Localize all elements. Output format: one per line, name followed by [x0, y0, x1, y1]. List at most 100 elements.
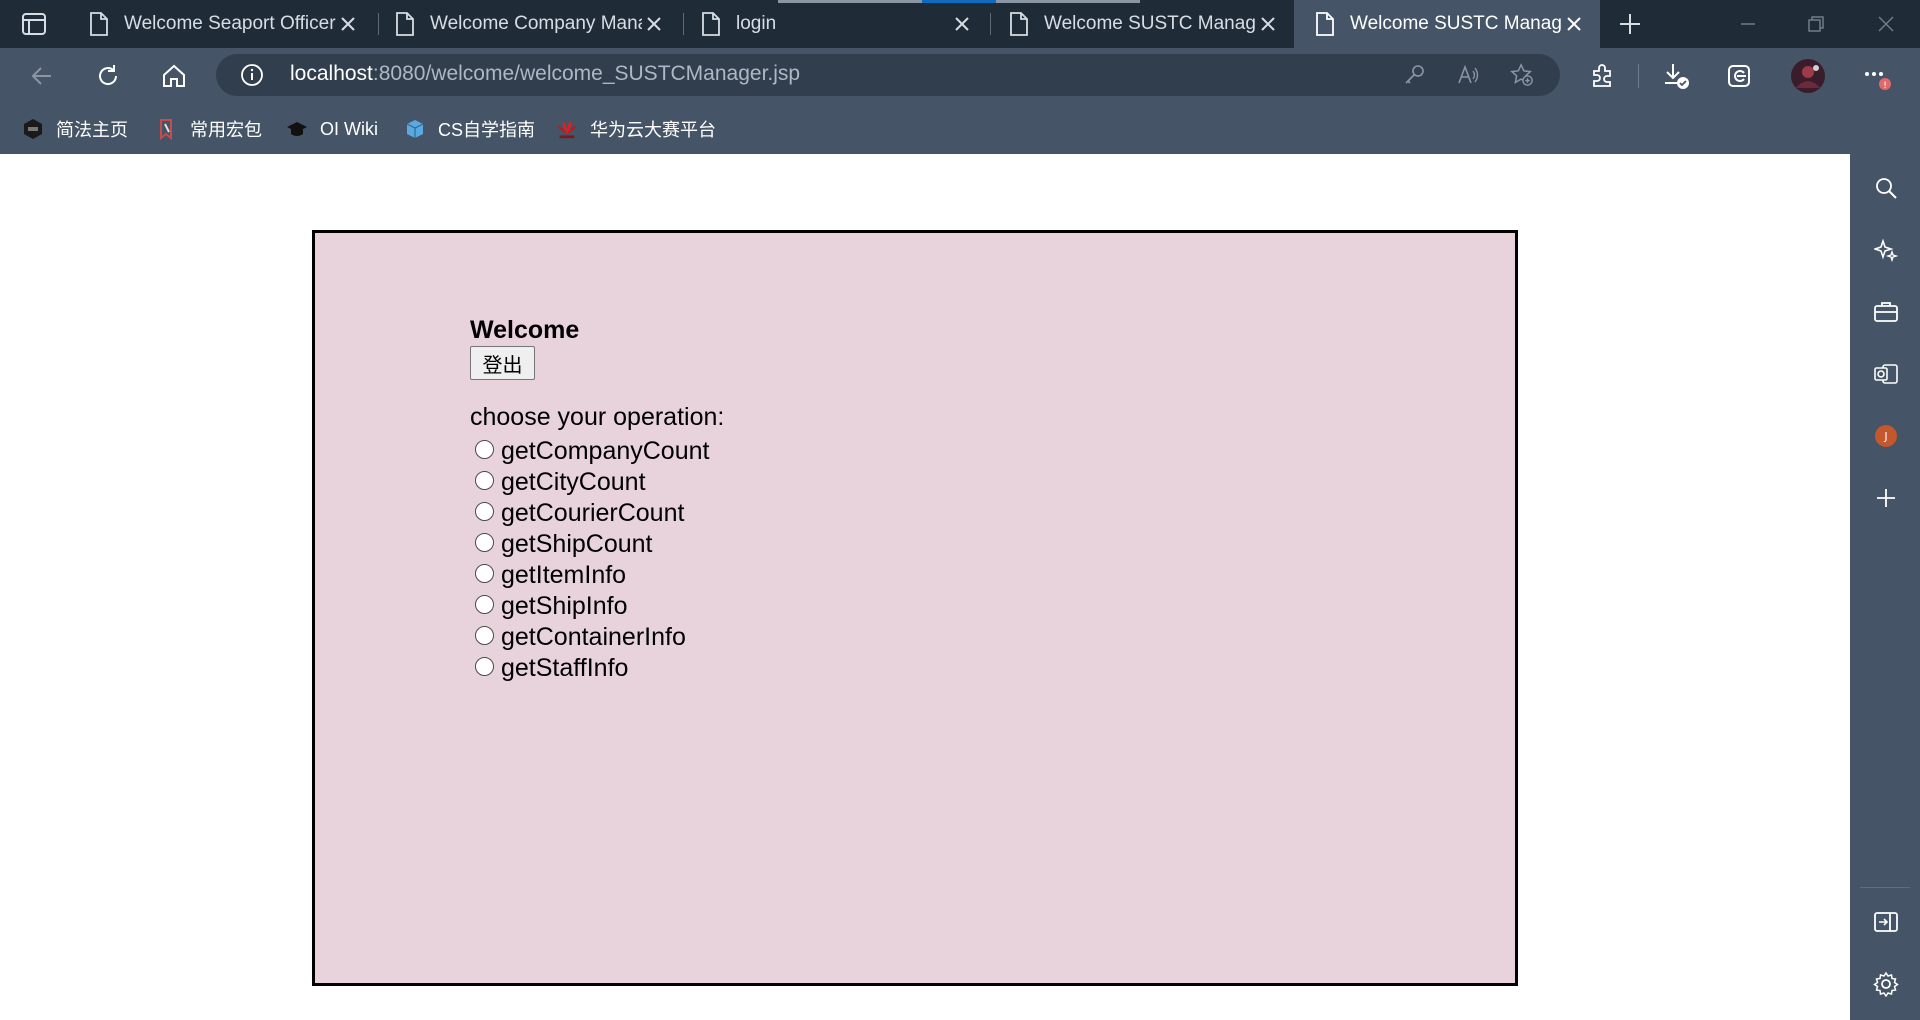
option-label: getShipCount [501, 530, 653, 558]
favorite-macros[interactable]: 常用宏包 [156, 114, 262, 144]
tab-title: Welcome Company Manager [430, 13, 642, 34]
option-label: getShipInfo [501, 592, 628, 620]
minimize-icon[interactable] [1732, 8, 1764, 40]
read-aloud-icon[interactable] [1456, 63, 1480, 87]
bookmark-red-icon [156, 118, 178, 140]
radio-button[interactable] [475, 533, 494, 552]
close-icon[interactable] [336, 12, 360, 36]
welcome-panel: Welcome 登出 choose your operation: getCom… [312, 230, 1518, 986]
copilot-sparkle-icon[interactable] [1872, 236, 1900, 264]
profile-badge-icon[interactable]: J [1872, 422, 1900, 450]
tab-loading-indicator-accent [922, 0, 996, 3]
close-icon[interactable] [1562, 12, 1586, 36]
tab-bar: Welcome Seaport Officer Welcome Company … [0, 0, 1920, 48]
option-label: getItemInfo [501, 561, 627, 589]
add-favorite-icon[interactable] [1510, 63, 1534, 87]
option-get-courier-count[interactable]: getCourierCount [475, 498, 709, 529]
logout-button[interactable]: 登出 [470, 346, 535, 380]
favorite-label: 常用宏包 [190, 120, 262, 140]
welcome-heading: Welcome [470, 316, 580, 344]
svg-text:!: ! [1883, 81, 1887, 91]
option-label: getStaffInfo [501, 654, 629, 682]
page-viewport: Welcome 登出 choose your operation: getCom… [0, 154, 1850, 1020]
favorite-label: 华为云大赛平台 [590, 120, 716, 140]
address-bar[interactable]: localhost:8080/welcome/welcome_SUSTCMana… [216, 54, 1560, 96]
tab-welcome-sustc-manager-active[interactable]: Welcome SUSTC Manager [1294, 0, 1600, 48]
url-text[interactable]: localhost:8080/welcome/welcome_SUSTCMana… [290, 62, 800, 86]
refresh-icon[interactable] [92, 60, 124, 92]
more-menu-icon[interactable]: ! [1860, 60, 1892, 92]
option-label: getContainerInfo [501, 623, 686, 651]
outlook-icon[interactable] [1872, 360, 1900, 388]
page-icon [88, 11, 110, 37]
radio-button[interactable] [475, 595, 494, 614]
url-path: :8080/welcome/welcome_SUSTCManager.jsp [372, 62, 801, 85]
graduation-cap-icon [286, 118, 308, 140]
search-icon[interactable] [1872, 174, 1900, 202]
hide-sidebar-icon[interactable] [1872, 908, 1900, 936]
tools-briefcase-icon[interactable] [1872, 298, 1900, 326]
favorite-huawei-cloud[interactable]: 华为云大赛平台 [556, 114, 716, 144]
operation-prompt: choose your operation: [470, 403, 725, 431]
extensions-icon[interactable] [1586, 60, 1618, 92]
dark-circle-icon [22, 118, 44, 140]
toolbar-divider [1638, 64, 1639, 88]
option-get-container-info[interactable]: getContainerInfo [475, 622, 709, 653]
radio-button[interactable] [475, 564, 494, 583]
downloads-icon[interactable] [1660, 60, 1692, 92]
tab-welcome-company-manager[interactable]: Welcome Company Manager [374, 0, 680, 48]
favorite-label: CS自学指南 [438, 120, 536, 140]
option-get-city-count[interactable]: getCityCount [475, 467, 709, 498]
tab-welcome-seaport-officer[interactable]: Welcome Seaport Officer [68, 0, 374, 48]
back-icon[interactable] [26, 60, 58, 92]
option-get-ship-count[interactable]: getShipCount [475, 529, 709, 560]
favorite-jianfa[interactable]: 简法主页 [22, 114, 128, 144]
profile-avatar[interactable] [1790, 58, 1826, 94]
option-get-staff-info[interactable]: getStaffInfo [475, 653, 709, 684]
option-label: getCompanyCount [501, 437, 710, 465]
favorite-cs-guide[interactable]: CS自学指南 [404, 114, 535, 144]
window-close-icon[interactable] [1870, 8, 1902, 40]
tab-title: login [736, 13, 777, 34]
radio-button[interactable] [475, 502, 494, 521]
favorites-bar: 简法主页 常用宏包 OI Wiki CS自学指南 华为云大赛平台 [0, 104, 1920, 154]
close-icon[interactable] [642, 12, 666, 36]
page-icon [1008, 11, 1030, 37]
tab-title: Welcome SUSTC Manager [1350, 13, 1562, 34]
radio-button[interactable] [475, 657, 494, 676]
sidebar-divider [1860, 887, 1910, 888]
favorite-oi-wiki[interactable]: OI Wiki [286, 114, 378, 144]
profile-badge-letter: J [1884, 429, 1888, 443]
site-info-icon[interactable] [240, 63, 264, 87]
option-get-item-info[interactable]: getItemInfo [475, 560, 709, 591]
operation-options: getCompanyCount getCityCount getCourierC… [475, 436, 709, 684]
radio-button[interactable] [475, 440, 494, 459]
radio-button[interactable] [475, 471, 494, 490]
tab-login[interactable]: login [680, 0, 988, 48]
page-icon [394, 11, 416, 37]
add-icon[interactable] [1872, 484, 1900, 512]
restore-icon[interactable] [1800, 8, 1832, 40]
option-get-company-count[interactable]: getCompanyCount [475, 436, 709, 467]
tab-welcome-sustc-manager[interactable]: Welcome SUSTC Manager [988, 0, 1294, 48]
home-icon[interactable] [158, 60, 190, 92]
option-label: getCourierCount [501, 499, 685, 527]
browser-toolbar: localhost:8080/welcome/welcome_SUSTCMana… [0, 48, 1920, 104]
settings-gear-icon[interactable] [1872, 970, 1900, 998]
new-tab-icon[interactable] [1614, 8, 1646, 40]
tab-actions-icon[interactable] [20, 12, 48, 36]
favorite-label: OI Wiki [320, 118, 378, 139]
tab-title: Welcome Seaport Officer [124, 13, 336, 34]
tab-loading-indicator [778, 0, 922, 3]
radio-button[interactable] [475, 626, 494, 645]
page-icon [1314, 11, 1336, 37]
huawei-icon [556, 118, 578, 140]
close-icon[interactable] [950, 12, 974, 36]
option-label: getCityCount [501, 468, 646, 496]
option-get-ship-info[interactable]: getShipInfo [475, 591, 709, 622]
collections-icon[interactable] [1724, 60, 1756, 92]
close-icon[interactable] [1256, 12, 1280, 36]
key-icon[interactable] [1402, 63, 1426, 87]
url-host: localhost [290, 62, 373, 85]
favorite-label: 简法主页 [56, 120, 128, 140]
